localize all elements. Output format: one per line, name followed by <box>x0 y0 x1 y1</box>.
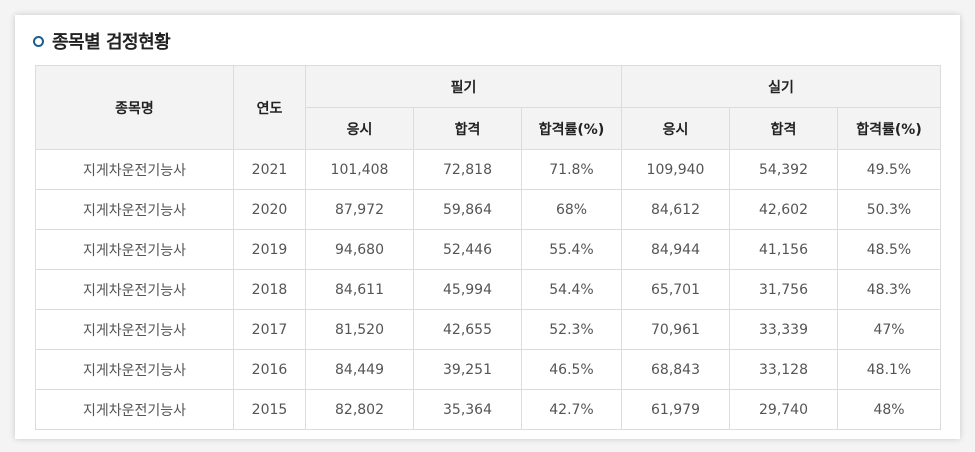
cell-practical-rate: 50.3% <box>837 189 941 230</box>
cell-practical-passed: 54,392 <box>729 149 838 190</box>
cell-written-applicants: 101,408 <box>305 149 414 190</box>
cell-name: 지게차운전기능사 <box>35 269 234 310</box>
cell-practical-rate: 47% <box>837 309 941 350</box>
cell-written-passed: 72,818 <box>413 149 522 190</box>
cell-written-rate: 68% <box>521 189 622 230</box>
header-written-applicants: 응시 <box>305 107 414 150</box>
cell-written-rate: 52.3% <box>521 309 622 350</box>
header-name: 종목명 <box>35 65 234 150</box>
cell-written-passed: 52,446 <box>413 229 522 270</box>
cell-name: 지게차운전기능사 <box>35 389 234 430</box>
cell-practical-applicants: 65,701 <box>621 269 730 310</box>
cell-practical-passed: 33,339 <box>729 309 838 350</box>
cell-written-applicants: 94,680 <box>305 229 414 270</box>
header-year: 연도 <box>233 65 306 150</box>
cell-year: 2019 <box>233 229 306 270</box>
cell-written-applicants: 82,802 <box>305 389 414 430</box>
cell-name: 지게차운전기능사 <box>35 349 234 390</box>
cell-practical-rate: 48.1% <box>837 349 941 390</box>
cell-practical-applicants: 109,940 <box>621 149 730 190</box>
section-header: 종목별 검정현황 <box>33 27 171 55</box>
cell-written-passed: 42,655 <box>413 309 522 350</box>
stats-card: 종목별 검정현황 종목명 연도 필기 실기 응시 합격 합격률(%) 응시 합격… <box>15 15 960 439</box>
header-written-rate: 합격률(%) <box>521 107 622 150</box>
header-written-passed: 합격 <box>413 107 522 150</box>
cell-practical-rate: 48% <box>837 389 941 430</box>
cell-year: 2017 <box>233 309 306 350</box>
cell-practical-passed: 41,156 <box>729 229 838 270</box>
cell-practical-applicants: 70,961 <box>621 309 730 350</box>
table-row: 지게차운전기능사 2020 87,972 59,864 68% 84,612 4… <box>35 189 941 230</box>
header-practical-passed: 합격 <box>729 107 838 150</box>
cell-written-passed: 59,864 <box>413 189 522 230</box>
cell-practical-rate: 48.5% <box>837 229 941 270</box>
cell-written-rate: 54.4% <box>521 269 622 310</box>
header-written: 필기 <box>305 65 622 108</box>
cell-name: 지게차운전기능사 <box>35 149 234 190</box>
cell-written-applicants: 84,449 <box>305 349 414 390</box>
cell-year: 2018 <box>233 269 306 310</box>
cell-written-applicants: 84,611 <box>305 269 414 310</box>
cell-practical-passed: 42,602 <box>729 189 838 230</box>
cell-practical-rate: 48.3% <box>837 269 941 310</box>
cell-written-rate: 46.5% <box>521 349 622 390</box>
header-practical: 실기 <box>621 65 941 108</box>
table-row: 지게차운전기능사 2021 101,408 72,818 71.8% 109,9… <box>35 149 941 190</box>
cell-practical-applicants: 84,944 <box>621 229 730 270</box>
cell-practical-passed: 29,740 <box>729 389 838 430</box>
cell-practical-passed: 33,128 <box>729 349 838 390</box>
cell-practical-applicants: 68,843 <box>621 349 730 390</box>
exam-stats-table: 종목명 연도 필기 실기 응시 합격 합격률(%) 응시 합격 합격률(%) 지… <box>35 65 941 430</box>
circle-bullet-icon <box>33 35 44 47</box>
table-row: 지게차운전기능사 2017 81,520 42,655 52.3% 70,961… <box>35 309 941 350</box>
cell-written-rate: 42.7% <box>521 389 622 430</box>
cell-written-passed: 45,994 <box>413 269 522 310</box>
cell-year: 2015 <box>233 389 306 430</box>
table-row: 지게차운전기능사 2015 82,802 35,364 42.7% 61,979… <box>35 389 941 430</box>
cell-year: 2020 <box>233 189 306 230</box>
section-title: 종목별 검정현황 <box>52 32 171 53</box>
cell-practical-applicants: 61,979 <box>621 389 730 430</box>
cell-name: 지게차운전기능사 <box>35 229 234 270</box>
cell-written-passed: 35,364 <box>413 389 522 430</box>
cell-written-applicants: 81,520 <box>305 309 414 350</box>
cell-practical-passed: 31,756 <box>729 269 838 310</box>
header-practical-rate: 합격률(%) <box>837 107 941 150</box>
table-row: 지게차운전기능사 2019 94,680 52,446 55.4% 84,944… <box>35 229 941 270</box>
cell-written-passed: 39,251 <box>413 349 522 390</box>
cell-year: 2016 <box>233 349 306 390</box>
cell-name: 지게차운전기능사 <box>35 309 234 350</box>
cell-written-rate: 71.8% <box>521 149 622 190</box>
cell-name: 지게차운전기능사 <box>35 189 234 230</box>
header-row-top: 종목명 연도 필기 실기 <box>35 65 941 150</box>
table-row: 지게차운전기능사 2016 84,449 39,251 46.5% 68,843… <box>35 349 941 390</box>
header-practical-applicants: 응시 <box>621 107 730 150</box>
cell-practical-rate: 49.5% <box>837 149 941 190</box>
cell-year: 2021 <box>233 149 306 190</box>
table-row: 지게차운전기능사 2018 84,611 45,994 54.4% 65,701… <box>35 269 941 310</box>
cell-written-applicants: 87,972 <box>305 189 414 230</box>
cell-written-rate: 55.4% <box>521 229 622 270</box>
cell-practical-applicants: 84,612 <box>621 189 730 230</box>
